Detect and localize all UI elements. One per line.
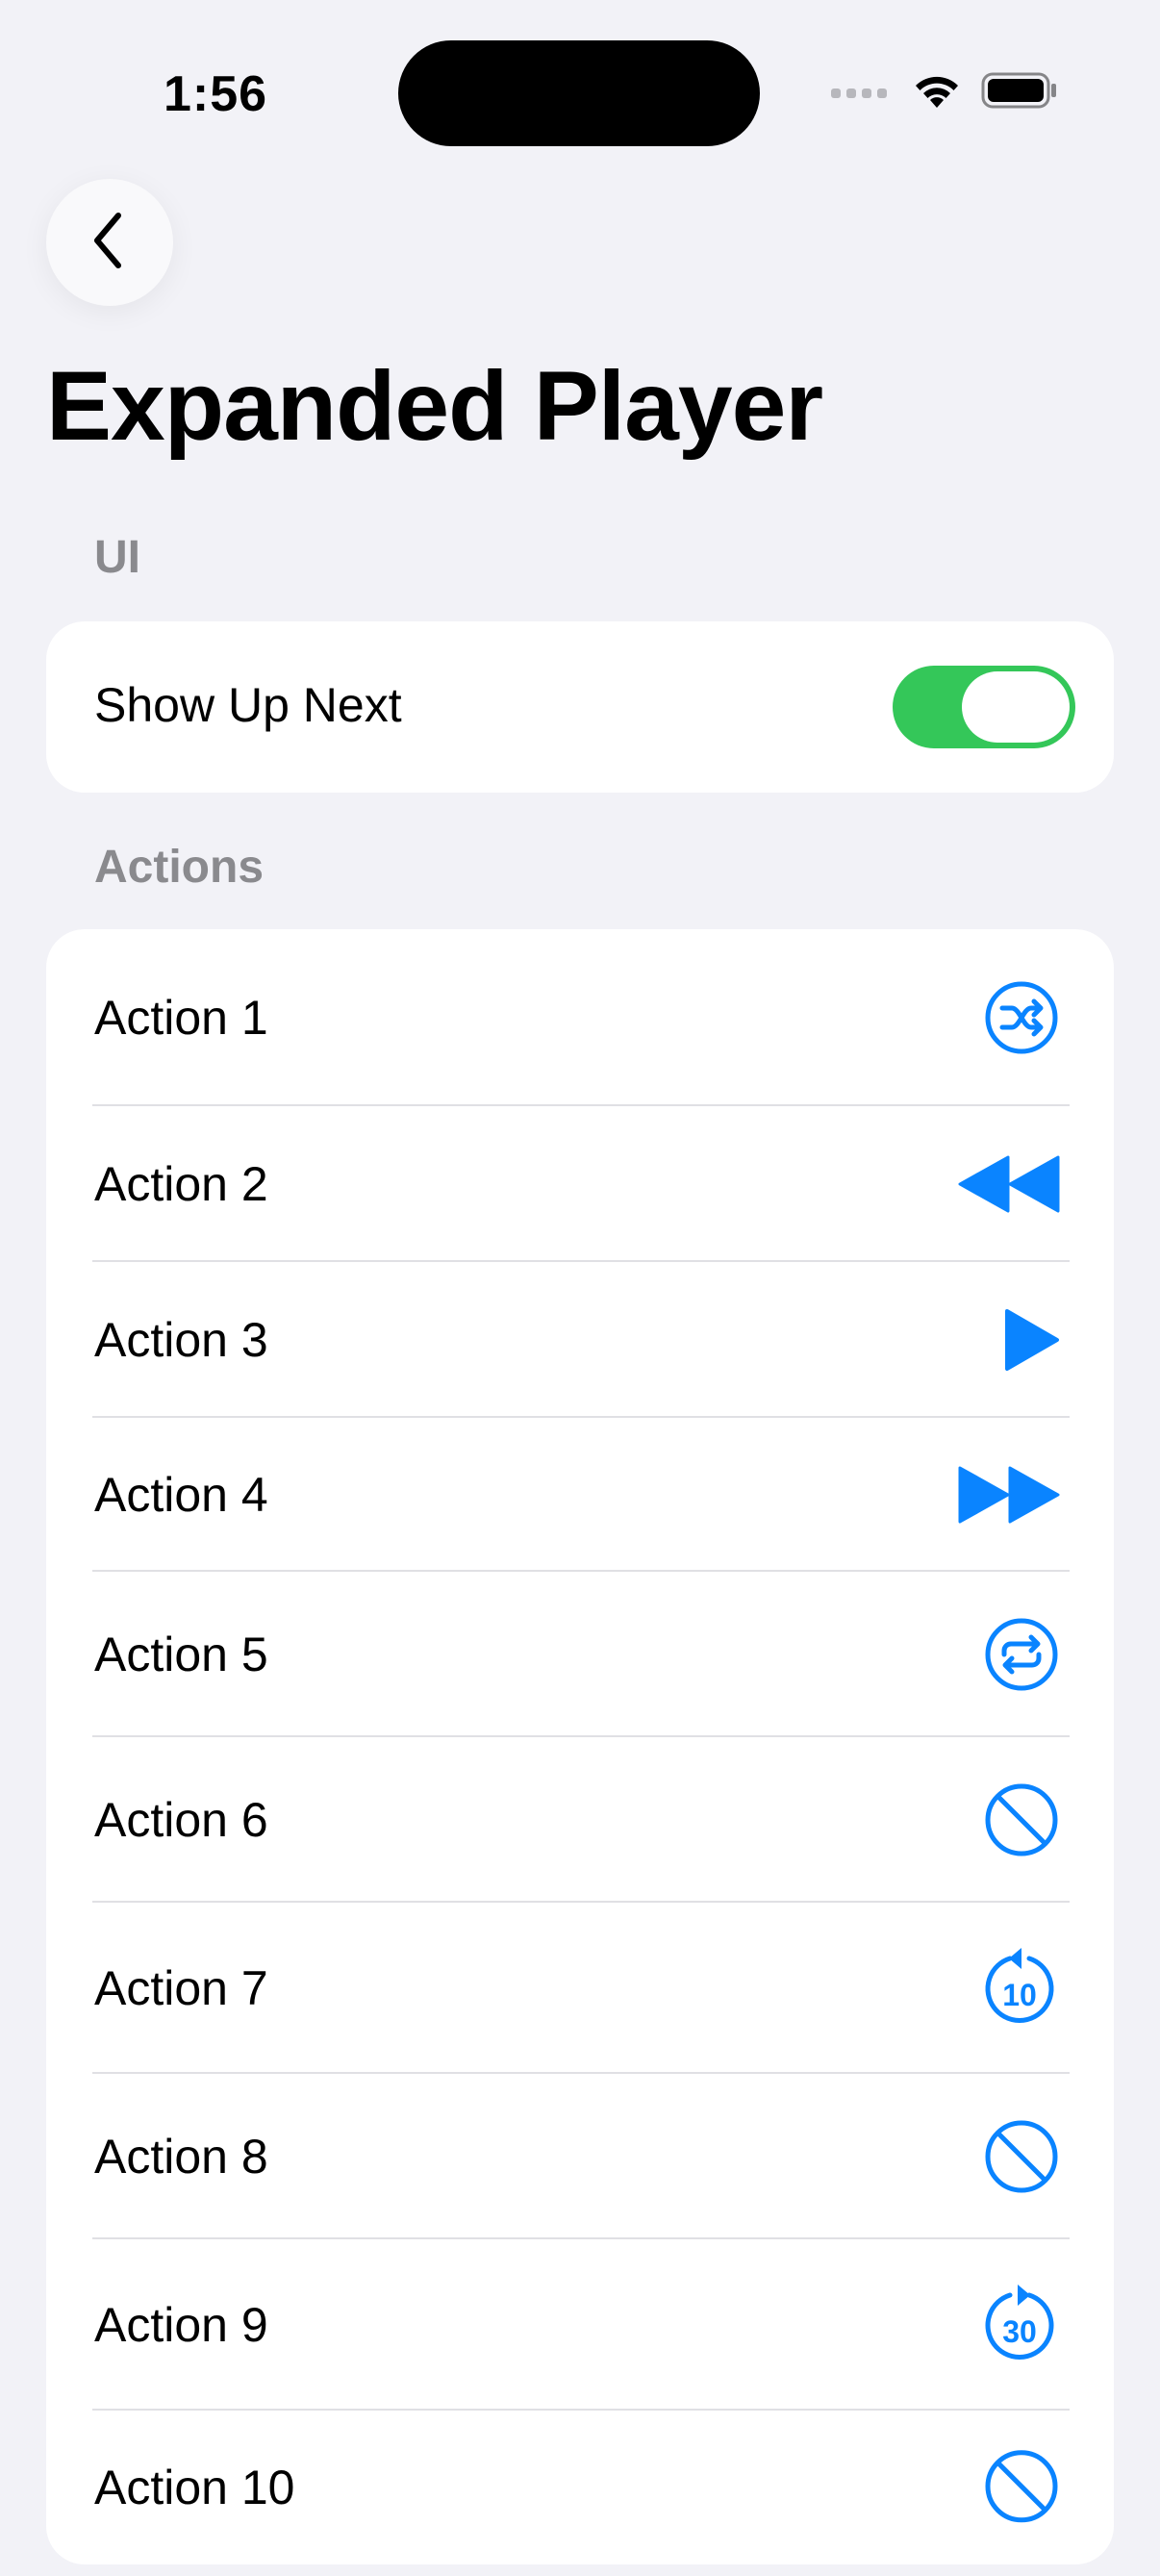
show-up-next-toggle[interactable]	[893, 666, 1075, 748]
back-button[interactable]	[46, 179, 173, 306]
prohibited-icon	[973, 2113, 1060, 2200]
cellular-signal-icon	[831, 88, 887, 98]
action-row-2[interactable]: Action 2	[46, 1106, 1114, 1262]
action-row-3[interactable]: Action 3	[46, 1262, 1114, 1418]
action-row-7[interactable]: Action 7 10	[46, 1903, 1114, 2074]
action-label: Action 5	[94, 1628, 268, 1681]
dynamic-island	[398, 40, 760, 146]
action-row-10[interactable]: Action 10	[46, 2411, 1114, 2576]
prohibited-icon	[973, 1777, 1060, 1863]
chevron-left-icon	[86, 210, 134, 276]
action-label: Action 3	[94, 1313, 268, 1367]
page-title: Expanded Player	[46, 351, 823, 461]
action-label: Action 6	[94, 1793, 268, 1847]
svg-text:30: 30	[1002, 2314, 1037, 2349]
gobackward-10-icon: 10	[973, 1945, 1060, 2032]
action-label: Action 7	[94, 1961, 268, 2015]
status-time: 1:56	[164, 66, 268, 122]
status-indicators	[831, 71, 1058, 114]
repeat-circle-icon	[973, 1611, 1060, 1698]
action-label: Action 4	[94, 1468, 268, 1522]
goforward-30-icon: 30	[973, 2282, 1060, 2368]
wifi-icon	[912, 71, 962, 114]
action-row-5[interactable]: Action 5	[46, 1572, 1114, 1737]
action-label: Action 10	[94, 2461, 295, 2515]
actions-card: Action 1 Action 2 Action 3 Action 4 Acti…	[46, 929, 1114, 2564]
section-header-actions: Actions	[94, 842, 265, 893]
status-bar: 1:56	[0, 0, 1160, 192]
svg-text:10: 10	[1002, 1978, 1037, 2012]
forward-icon	[954, 1452, 1060, 1538]
show-up-next-label: Show Up Next	[94, 678, 402, 732]
action-row-6[interactable]: Action 6	[46, 1737, 1114, 1903]
backward-icon	[954, 1141, 1060, 1227]
action-row-8[interactable]: Action 8	[46, 2074, 1114, 2239]
battery-icon	[981, 71, 1058, 114]
section-header-ui: UI	[94, 532, 140, 583]
action-row-1[interactable]: Action 1	[46, 929, 1114, 1106]
action-label: Action 8	[94, 2130, 268, 2184]
action-label: Action 2	[94, 1157, 268, 1211]
prohibited-icon	[973, 2443, 1060, 2530]
action-label: Action 9	[94, 2298, 268, 2352]
play-icon	[973, 1297, 1060, 1383]
toggle-knob	[962, 671, 1070, 743]
action-label: Action 1	[94, 991, 268, 1045]
shuffle-circle-icon	[973, 974, 1060, 1061]
ui-settings-card: Show Up Next	[46, 621, 1114, 793]
action-row-9[interactable]: Action 9 30	[46, 2239, 1114, 2411]
action-row-4[interactable]: Action 4	[46, 1418, 1114, 1572]
